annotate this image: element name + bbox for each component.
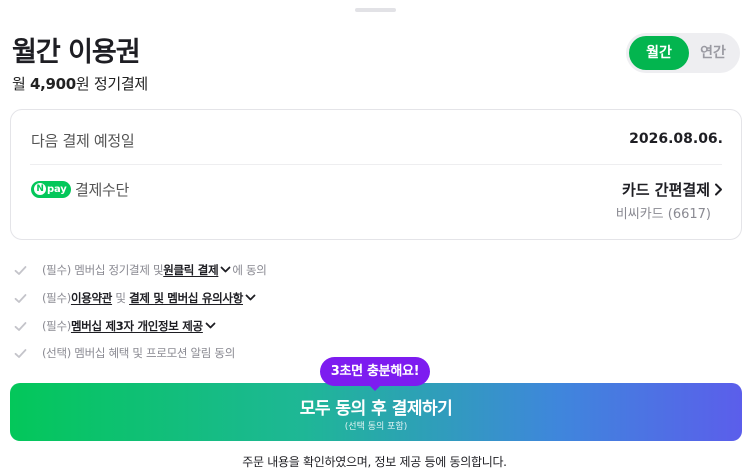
sheet-grab-handle[interactable]: [355, 8, 396, 12]
cta-tooltip: 3초면 충분해요!: [320, 357, 430, 386]
payment-method-label: 결제수단: [75, 181, 130, 199]
payment-notice-link[interactable]: 결제 및 멤버십 유의사항: [129, 290, 243, 306]
card-divider: [30, 164, 722, 165]
payment-method-selector[interactable]: 카드 간편결제: [622, 179, 723, 200]
chevron-right-icon: [715, 183, 722, 196]
toggle-monthly[interactable]: 월간: [629, 36, 689, 70]
chevron-down-icon[interactable]: [220, 266, 231, 274]
card-name: 비씨카드 (6617): [615, 207, 711, 222]
footer-note: 주문 내용을 확인하였으며, 정보 제공 등에 동의합니다.: [242, 455, 507, 469]
cta-tooltip-arrow: [368, 384, 382, 391]
agreement-item-oneclick[interactable]: (필수) 멤버십 정기결제 및 원클릭 결제 에 동의: [14, 260, 267, 280]
check-icon: [14, 293, 27, 303]
toggle-yearly[interactable]: 연간: [689, 36, 737, 70]
chevron-down-icon[interactable]: [245, 294, 256, 302]
terms-of-use-link[interactable]: 이용약관: [71, 290, 112, 306]
page-title: 월간 이용권: [12, 37, 141, 68]
agree-and-pay-button[interactable]: 모두 동의 후 결제하기 (선택 동의 포함): [10, 383, 742, 441]
agreement-item-marketing[interactable]: (선택) 멤버십 혜택 및 프로모션 알림 동의: [14, 343, 235, 363]
third-party-info-link[interactable]: 멤버십 제3자 개인정보 제공: [71, 318, 203, 334]
check-icon: [14, 348, 27, 358]
cta-sublabel: (선택 동의 포함): [344, 422, 408, 432]
npay-logo: Npay: [31, 181, 71, 198]
oneclick-payment-link[interactable]: 원클릭 결제: [163, 262, 218, 278]
cta-label: 모두 동의 후 결제하기: [299, 399, 453, 419]
check-icon: [14, 321, 27, 331]
next-payment-label: 다음 결제 예정일: [31, 132, 135, 150]
price-line: 월 4,900원 정기결제: [12, 75, 148, 93]
next-payment-date: 2026.08.06.: [629, 131, 723, 147]
agreement-item-third-party[interactable]: (필수) 멤버십 제3자 개인정보 제공: [14, 316, 217, 336]
chevron-down-icon[interactable]: [205, 322, 216, 330]
npay-n-icon: N: [34, 183, 46, 195]
period-toggle: 월간 연간: [626, 33, 740, 73]
check-icon: [14, 265, 27, 275]
agreement-item-terms[interactable]: (필수) 이용약관 및 결제 및 멤버십 유의사항: [14, 288, 257, 308]
price-amount: 4,900: [29, 75, 76, 93]
billing-card: 다음 결제 예정일 2026.08.06. Npay 결제수단 카드 간편결제 …: [10, 109, 742, 240]
